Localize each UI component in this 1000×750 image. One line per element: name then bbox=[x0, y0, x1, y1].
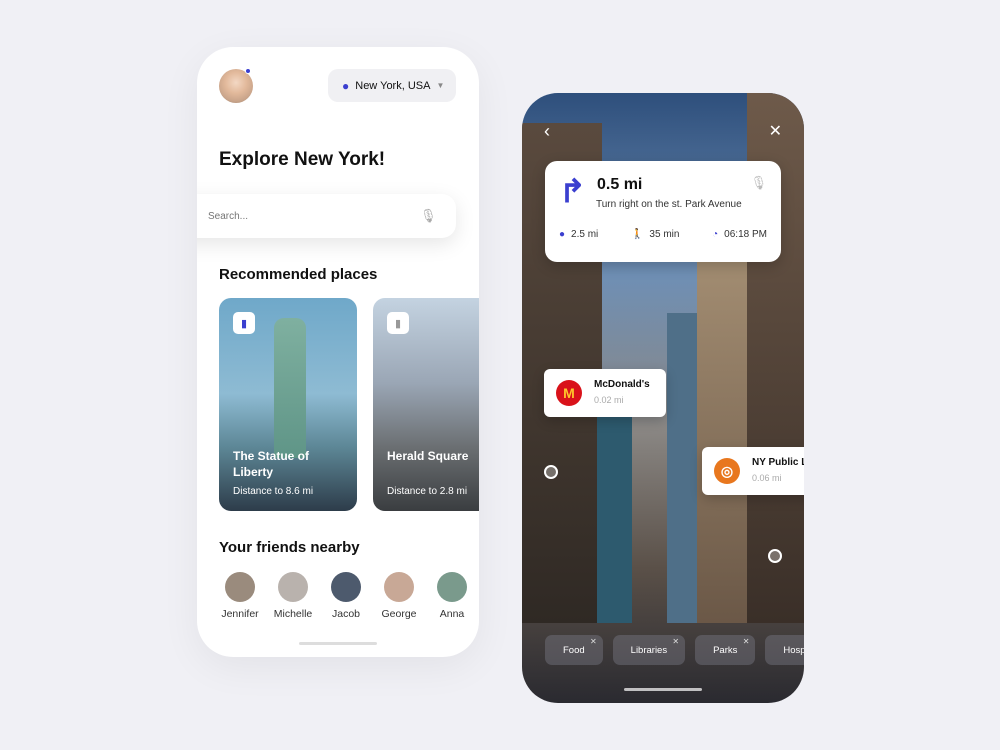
chevron-down-icon: ▼ bbox=[436, 81, 445, 90]
friend-item[interactable]: Jacob bbox=[325, 572, 367, 620]
building bbox=[667, 313, 697, 623]
close-icon[interactable]: ✕ bbox=[672, 637, 679, 646]
mcdonalds-logo-icon: M bbox=[556, 380, 582, 406]
close-icon[interactable]: ✕ bbox=[743, 637, 750, 646]
friends-list: Jennifer Michelle Jacob George Anna bbox=[219, 572, 473, 620]
place-name: Herald Square bbox=[387, 449, 469, 463]
filter-chip[interactable]: Libraries ✕ bbox=[612, 635, 686, 665]
poi-name: NY Public Library bbox=[752, 456, 804, 468]
map-marker[interactable] bbox=[768, 549, 782, 563]
friends-heading: Your friends nearby bbox=[219, 539, 360, 556]
turn-instruction: Turn right on the st. Park Avenue bbox=[596, 199, 742, 210]
library-logo-icon: ◎ bbox=[714, 458, 740, 484]
total-distance-value: 2.5 mi bbox=[571, 229, 599, 240]
bookmark-icon[interactable]: ▮ bbox=[387, 312, 409, 334]
friend-name: Anna bbox=[439, 608, 465, 620]
friend-name: Michelle bbox=[273, 608, 313, 620]
avatar bbox=[225, 572, 255, 602]
chip-label: Libraries bbox=[630, 644, 668, 656]
filter-chip[interactable]: Food ✕ bbox=[545, 635, 603, 665]
walking-icon: 🚶 bbox=[630, 229, 644, 240]
place-card[interactable]: ▮ Herald Square Distance to 2.8 mi bbox=[373, 298, 479, 511]
friend-item[interactable]: Anna bbox=[431, 572, 473, 620]
microphone-icon[interactable]: 🎙 bbox=[420, 208, 437, 224]
friend-name: Jacob bbox=[331, 608, 361, 620]
directions-card: ↱ 0.5 mi Turn right on the st. Park Aven… bbox=[545, 161, 781, 262]
location-label: New York, USA bbox=[355, 79, 431, 92]
filter-chip[interactable]: Hospital bbox=[765, 635, 804, 665]
map-marker[interactable] bbox=[544, 465, 558, 479]
location-selector[interactable]: ● New York, USA ▼ bbox=[328, 69, 456, 102]
chip-label: Parks bbox=[713, 644, 738, 656]
chip-label: Hospital bbox=[783, 644, 804, 656]
statue-image bbox=[274, 318, 306, 458]
navigation-screen: ‹ ✕ ↱ 0.5 mi Turn right on the st. Park … bbox=[522, 93, 804, 703]
friend-item[interactable]: Jennifer bbox=[219, 572, 261, 620]
home-indicator bbox=[299, 642, 377, 645]
location-pin-icon: ● bbox=[342, 78, 350, 93]
back-icon[interactable]: ‹ bbox=[544, 121, 550, 142]
friend-name: Jennifer bbox=[221, 608, 259, 620]
search-input[interactable] bbox=[208, 210, 408, 222]
poi-name: McDonald's bbox=[594, 378, 650, 390]
filter-chips: Food ✕ Libraries ✕ Parks ✕ Hospital bbox=[545, 635, 804, 665]
location-pin-icon: ● bbox=[559, 229, 566, 240]
filter-chip[interactable]: Parks ✕ bbox=[695, 635, 756, 665]
avatar bbox=[384, 572, 414, 602]
bookmark-icon[interactable]: ▮ bbox=[233, 312, 255, 334]
place-name: The Statue of Liberty bbox=[233, 449, 310, 479]
building bbox=[697, 223, 752, 623]
place-distance: Distance to 2.8 mi bbox=[387, 486, 468, 497]
poi-distance: 0.06 mi bbox=[752, 472, 782, 483]
turn-distance: 0.5 mi bbox=[597, 176, 643, 193]
total-distance: ● 2.5 mi bbox=[559, 229, 598, 240]
avatar bbox=[331, 572, 361, 602]
poi-mcdonalds[interactable]: M McDonald's 0.02 mi bbox=[544, 369, 666, 417]
notification-dot bbox=[245, 68, 251, 74]
microphone-icon[interactable]: 🎙 bbox=[750, 175, 767, 191]
poi-library[interactable]: ◎ NY Public Library 0.06 mi bbox=[702, 447, 804, 495]
place-distance: Distance to 8.6 mi bbox=[233, 486, 314, 497]
arrival-time: ◔ 06:18 PM bbox=[712, 229, 767, 240]
clock-icon: ◔ bbox=[712, 229, 719, 240]
close-icon[interactable]: ✕ bbox=[590, 637, 597, 646]
explore-screen: ● New York, USA ▼ Explore New York! ⚲ 🎙 … bbox=[197, 47, 479, 657]
turn-right-icon: ↱ bbox=[559, 173, 586, 209]
friend-item[interactable]: Michelle bbox=[272, 572, 314, 620]
place-card[interactable]: ▮ The Statue of Liberty Distance to 8.6 … bbox=[219, 298, 357, 511]
walk-time: 🚶 35 min bbox=[631, 229, 679, 240]
home-indicator bbox=[624, 688, 702, 691]
poi-distance: 0.02 mi bbox=[594, 394, 624, 405]
recommended-heading: Recommended places bbox=[219, 266, 378, 283]
user-avatar[interactable] bbox=[219, 69, 253, 103]
chip-label: Food bbox=[563, 644, 585, 656]
friend-name: George bbox=[381, 608, 417, 620]
avatar bbox=[437, 572, 467, 602]
close-icon[interactable]: ✕ bbox=[769, 121, 782, 141]
building bbox=[597, 403, 632, 623]
page-title: Explore New York! bbox=[219, 149, 386, 170]
search-bar[interactable]: ⚲ 🎙 bbox=[197, 194, 456, 238]
walk-time-value: 35 min bbox=[649, 229, 680, 240]
avatar bbox=[278, 572, 308, 602]
friend-item[interactable]: George bbox=[378, 572, 420, 620]
arrival-time-value: 06:18 PM bbox=[724, 229, 767, 240]
